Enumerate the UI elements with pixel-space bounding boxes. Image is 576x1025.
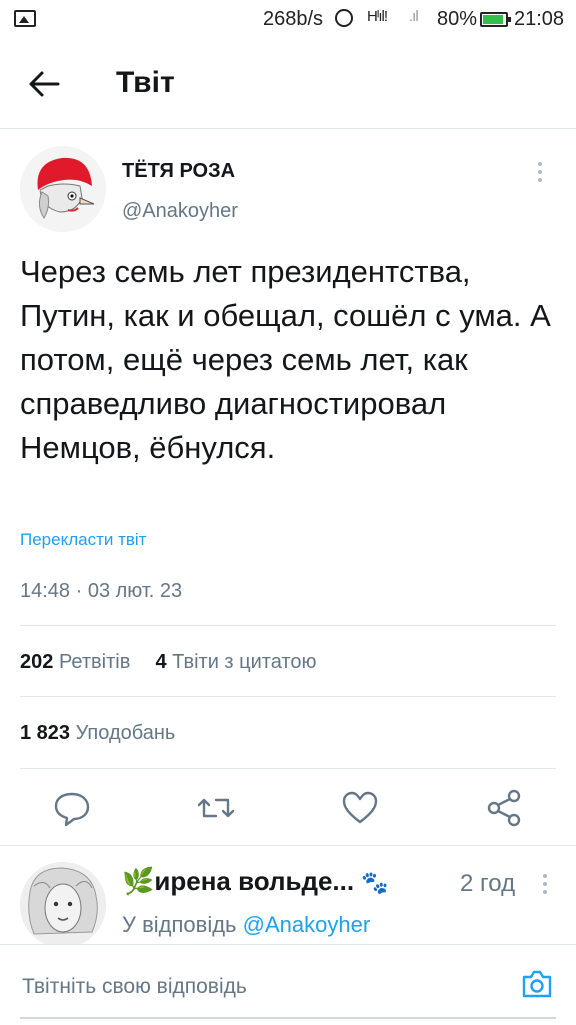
reply-to-prefix: У відповідь [122, 912, 237, 937]
input-underline [20, 1017, 556, 1019]
retweet-icon[interactable] [196, 788, 236, 828]
reply-icon[interactable] [52, 788, 92, 828]
translate-tweet-link[interactable]: Перекласти твіт [20, 530, 146, 550]
author-handle[interactable]: @Anakoyher [122, 200, 238, 223]
reply-author-name-text: 🌿ирена вольде... [122, 866, 355, 896]
reply-input[interactable]: Твітніть свою відповідь [22, 975, 247, 999]
clock: 21:08 [514, 8, 565, 30]
like-icon[interactable] [340, 788, 380, 828]
divider [20, 696, 556, 697]
back-arrow-icon[interactable] [28, 70, 60, 98]
reply-composer: Твітніть свою відповідь [0, 944, 576, 1025]
reply-to-line: У відповідь @Anakoyher [122, 912, 370, 938]
reply-more-options-icon[interactable] [535, 872, 555, 896]
retweet-stats: 202 Ретвітів 4 Твіти з цитатою [20, 651, 316, 674]
reply-to-mention[interactable]: @Anakoyher [243, 912, 371, 937]
status-bar: 268b/s Hᴵıl! .ıl 80% 21:08 [0, 0, 576, 40]
likes-count[interactable]: 1 823 [20, 722, 70, 744]
retweets-label[interactable]: Ретвітів [59, 651, 130, 673]
tweet-timestamp: 14:48 · 03 лют. 23 [20, 580, 183, 602]
divider [20, 768, 556, 769]
signal-icon: Hᴵıl! [367, 8, 388, 25]
quotes-count[interactable]: 4 [155, 651, 166, 673]
quotes-label[interactable]: Твіти з цитатою [172, 651, 316, 673]
share-icon[interactable] [484, 788, 524, 828]
tweet-text: Через семь лет президентства, Путин, как… [20, 254, 551, 465]
avatar[interactable] [20, 146, 106, 232]
paw-emoji: 🐾 [361, 870, 389, 895]
page-title: Твіт [116, 66, 175, 99]
camera-icon[interactable] [520, 967, 554, 1001]
section-divider [0, 845, 576, 846]
reply-avatar[interactable] [20, 862, 106, 948]
author-name[interactable]: ТЁТЯ РОЗА [122, 160, 235, 183]
divider [20, 625, 556, 626]
battery-percent: 80% [437, 8, 478, 30]
reply-author-name[interactable]: 🌿ирена вольде... 🐾 [122, 866, 389, 897]
signal-secondary-icon: .ıl [409, 8, 419, 25]
more-options-icon[interactable] [530, 158, 550, 186]
likes-label[interactable]: Уподобань [76, 722, 176, 744]
likes-stats: 1 823 Уподобань [20, 722, 175, 745]
gallery-icon [14, 10, 36, 27]
top-app-bar: Твіт [0, 40, 576, 129]
tweet-actions [0, 780, 576, 836]
reply-avatar-illustration [20, 862, 106, 948]
reply-time: 2 год [460, 870, 516, 897]
network-speed: 268b/s [263, 8, 324, 30]
avatar-illustration [20, 146, 106, 232]
alarm-icon [335, 9, 353, 27]
retweets-count[interactable]: 202 [20, 651, 53, 673]
battery-icon [480, 12, 511, 27]
